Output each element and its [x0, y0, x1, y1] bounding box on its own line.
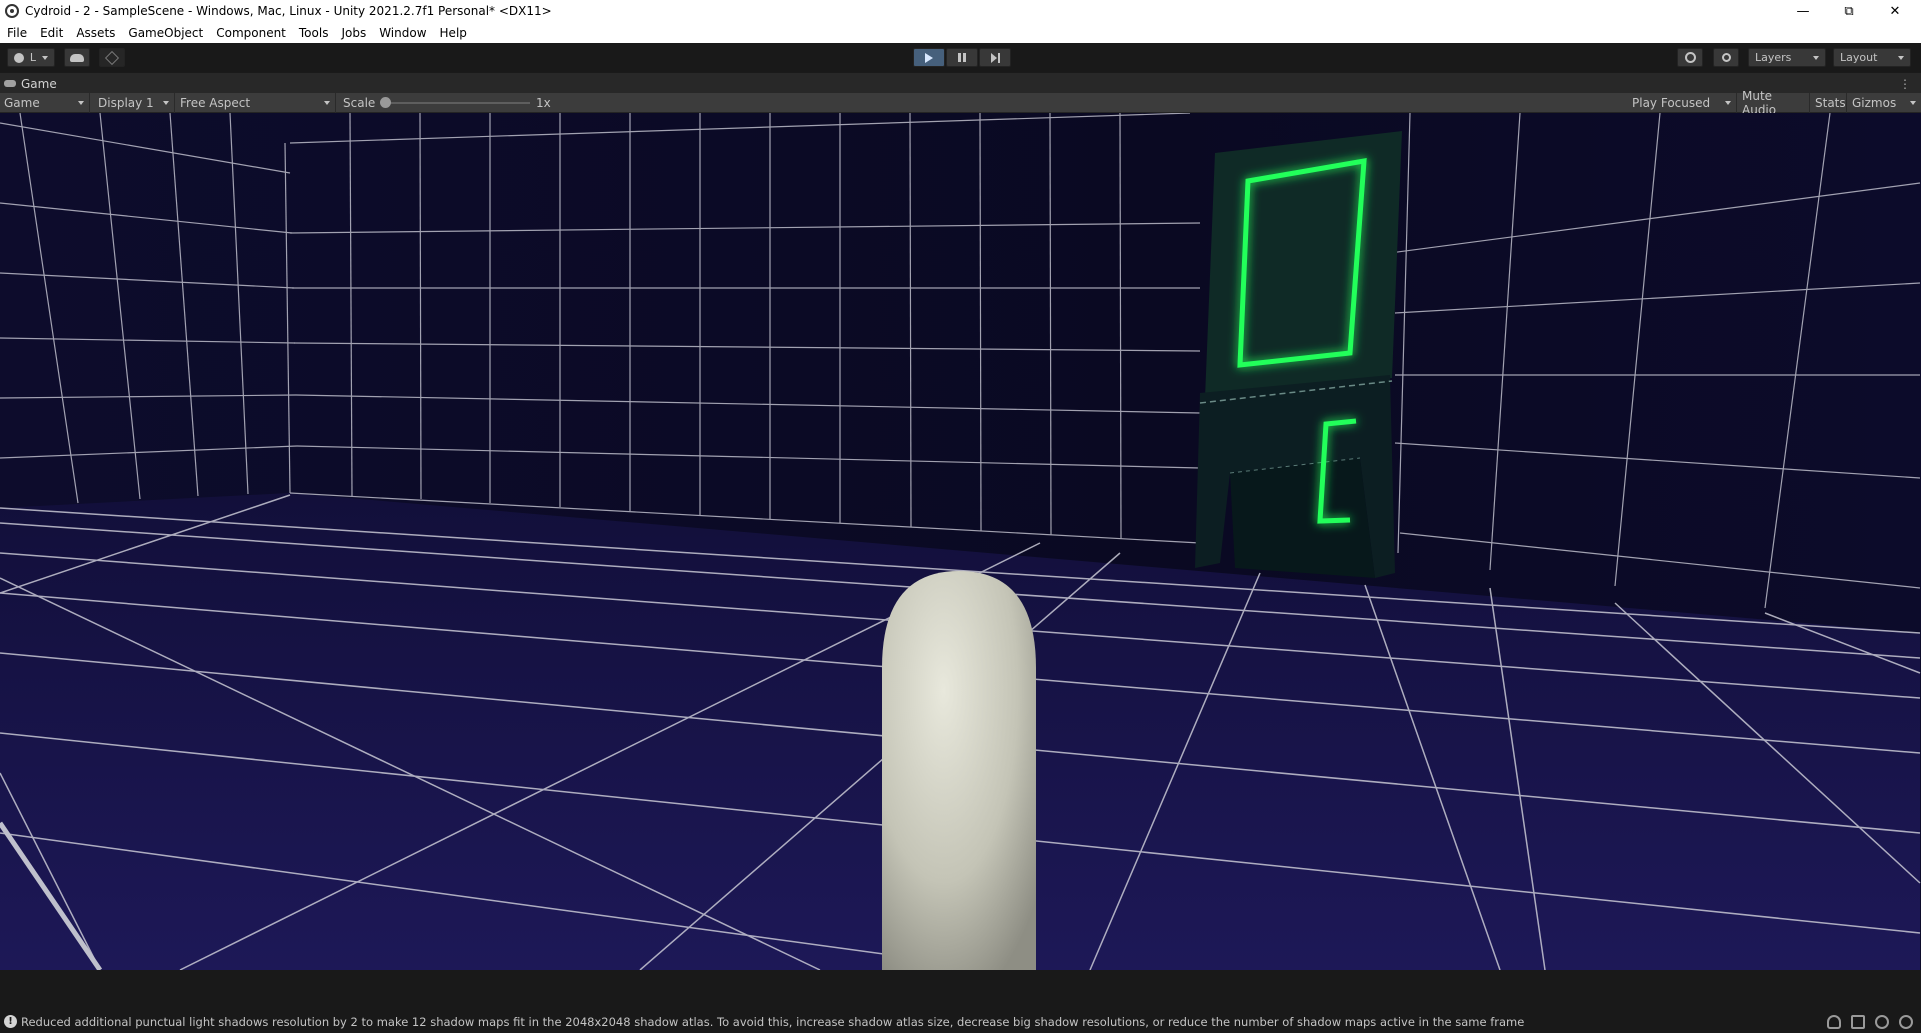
search-icon	[1721, 53, 1731, 62]
chevron-down-icon	[163, 101, 169, 105]
menu-help[interactable]: Help	[440, 26, 467, 40]
minimize-button[interactable]: —	[1780, 0, 1826, 22]
more-options-icon[interactable]: ⋮	[1899, 77, 1911, 91]
play-icon	[925, 52, 933, 63]
chevron-down-icon	[1898, 55, 1904, 60]
menu-window[interactable]: Window	[379, 26, 426, 40]
play-button[interactable]	[913, 48, 945, 67]
display-label: Display 1	[98, 96, 154, 110]
history-button[interactable]	[1677, 48, 1703, 67]
status-bar: ! Reduced additional punctual light shad…	[0, 1010, 1921, 1033]
step-button[interactable]	[979, 48, 1011, 67]
mute-audio-toggle[interactable]: Mute Audio	[1738, 89, 1810, 117]
title-bar: Cydroid - 2 - SampleScene - Windows, Mac…	[0, 0, 1921, 22]
collab-button[interactable]	[99, 48, 125, 67]
maximize-button[interactable]: ⧉	[1826, 0, 1872, 22]
scale-slider-handle[interactable]	[380, 97, 391, 108]
stats-toggle[interactable]: Stats	[1811, 93, 1847, 113]
player-capsule	[882, 571, 1036, 970]
account-dropdown[interactable]: L	[7, 48, 55, 67]
tab-game-label: Game	[21, 76, 57, 91]
cloud-icon	[70, 53, 84, 62]
collab-icon	[104, 50, 120, 65]
status-icons	[1827, 1015, 1913, 1029]
game-tab-header: Game ⋮	[0, 72, 1921, 93]
search-button[interactable]	[1713, 48, 1739, 67]
scale-value-label: 1x	[536, 96, 551, 110]
menu-gameobject[interactable]: GameObject	[128, 26, 203, 40]
game-viewport[interactable]	[0, 113, 1921, 970]
scale-value: 1x	[532, 93, 555, 113]
play-focused-label: Play Focused	[1632, 96, 1711, 110]
layers-label: Layers	[1755, 51, 1792, 64]
scene-render	[0, 113, 1921, 970]
chevron-down-icon	[324, 101, 330, 105]
chevron-down-icon	[1910, 101, 1916, 105]
main-toolbar: L Layers Layout	[0, 43, 1921, 72]
menu-tools[interactable]: Tools	[299, 26, 329, 40]
gizmos-label: Gizmos	[1852, 96, 1897, 110]
chevron-down-icon	[78, 101, 84, 105]
history-icon	[1684, 52, 1696, 63]
status-message[interactable]: Reduced additional punctual light shadow…	[21, 1015, 1524, 1029]
cache-server-icon[interactable]	[1875, 1015, 1889, 1029]
layers-dropdown[interactable]: Layers	[1748, 48, 1826, 67]
aspect-label: Free Aspect	[180, 96, 251, 110]
scale-label: Scale	[343, 96, 376, 110]
scale-slider-track[interactable]	[385, 102, 530, 104]
gamepad-icon	[4, 80, 16, 87]
menu-bar: File Edit Assets GameObject Component To…	[0, 22, 1921, 43]
bottom-panel	[0, 970, 1921, 1010]
unity-logo-icon	[5, 4, 19, 18]
chevron-down-icon	[1725, 101, 1731, 105]
display-dropdown[interactable]: Display 1	[94, 93, 175, 113]
chevron-down-icon	[41, 55, 48, 60]
aspect-dropdown[interactable]: Free Aspect	[176, 93, 336, 113]
progress-icon[interactable]	[1851, 1015, 1865, 1029]
chevron-down-icon	[1813, 55, 1819, 60]
cloud-button[interactable]	[64, 48, 90, 67]
menu-assets[interactable]: Assets	[76, 26, 115, 40]
layout-label: Layout	[1840, 51, 1878, 64]
menu-component[interactable]: Component	[216, 26, 286, 40]
layout-dropdown[interactable]: Layout	[1833, 48, 1911, 67]
menu-edit[interactable]: Edit	[40, 26, 63, 40]
account-icon	[14, 52, 24, 63]
game-view-toolbar: Game Display 1 Free Aspect Scale 1x Play…	[0, 89, 1921, 117]
step-icon	[990, 52, 1000, 63]
menu-file[interactable]: File	[7, 26, 27, 40]
close-button[interactable]: ✕	[1872, 0, 1918, 22]
debug-icon[interactable]	[1827, 1015, 1841, 1029]
game-mode-dropdown[interactable]: Game	[0, 93, 90, 113]
tab-game[interactable]: Game	[4, 73, 57, 94]
window-title: Cydroid - 2 - SampleScene - Windows, Mac…	[25, 4, 552, 18]
check-icon[interactable]	[1899, 1015, 1913, 1029]
play-focused-dropdown[interactable]: Play Focused	[1628, 93, 1737, 113]
gizmos-dropdown[interactable]: Gizmos	[1848, 93, 1921, 113]
pause-button[interactable]	[946, 48, 978, 67]
menu-jobs[interactable]: Jobs	[341, 26, 366, 40]
game-mode-label: Game	[4, 96, 40, 110]
info-icon[interactable]: !	[4, 1015, 17, 1028]
stats-label: Stats	[1815, 96, 1846, 110]
pause-icon	[958, 53, 966, 62]
account-label: L	[29, 51, 37, 64]
